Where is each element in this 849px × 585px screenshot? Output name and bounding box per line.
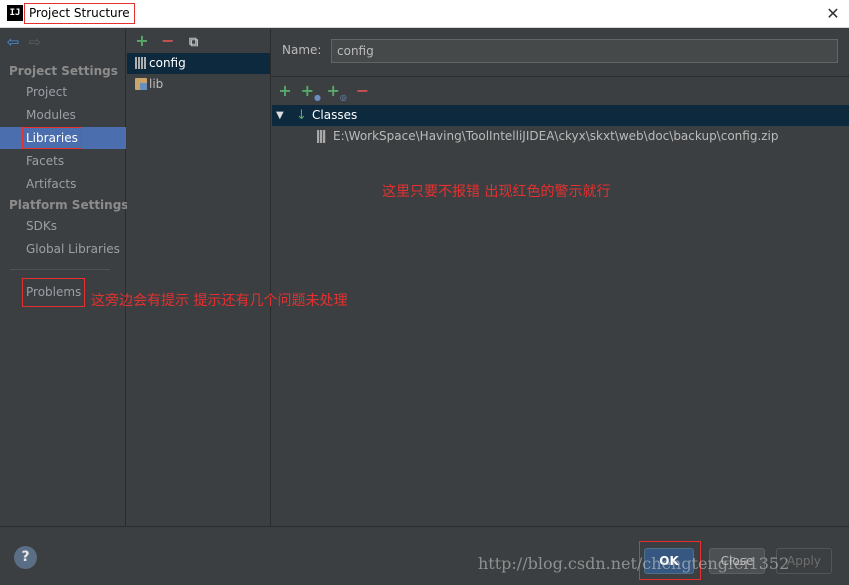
- sidebar-item-project[interactable]: Project: [0, 81, 126, 103]
- intellij-app-icon: IJ: [7, 5, 23, 21]
- sidebar-item-label: SDKs: [26, 219, 57, 233]
- sidebar-item-global-libraries[interactable]: Global Libraries: [0, 238, 126, 260]
- sidebar-item-label: Modules: [26, 108, 76, 122]
- sidebar-item-label: Libraries: [22, 127, 82, 149]
- library-item-label: lib: [149, 77, 164, 91]
- sidebar-item-modules[interactable]: Modules: [0, 104, 126, 126]
- remove-root-icon[interactable]: −: [351, 81, 373, 101]
- directory-badge-icon: ◎: [339, 93, 347, 103]
- add-library-icon[interactable]: +: [131, 31, 153, 51]
- libraries-toolbar: + − ⧉: [131, 31, 205, 51]
- library-name-input[interactable]: config: [331, 39, 838, 63]
- nav-arrows: ⇦ ⇨: [4, 33, 44, 53]
- add-root-icon[interactable]: +: [274, 81, 296, 101]
- sidebar-item-facets[interactable]: Facets: [0, 150, 126, 172]
- library-item-lib[interactable]: lib: [127, 74, 270, 95]
- sidebar-divider: [10, 269, 110, 270]
- sidebar-item-label: Facets: [26, 154, 65, 168]
- detail-divider: [272, 76, 849, 77]
- libraries-panel: + − ⧉ config lib: [127, 29, 271, 526]
- sidebar-item-problems[interactable]: Problems: [22, 278, 86, 307]
- project-settings-header: Project Settings: [9, 64, 118, 78]
- sidebar-item-libraries[interactable]: Libraries: [0, 127, 126, 149]
- sidebar-item-label: Global Libraries: [26, 242, 120, 256]
- sidebar-item-artifacts[interactable]: Artifacts: [0, 173, 126, 195]
- remove-library-icon[interactable]: −: [157, 31, 179, 51]
- copy-library-icon[interactable]: ⧉: [183, 33, 205, 53]
- library-detail-panel: Name: config + +● +◎ − ▼ ↓ Classes E:\Wo…: [272, 29, 849, 526]
- sidebar-item-sdks[interactable]: SDKs: [0, 215, 126, 237]
- name-label: Name:: [282, 43, 322, 57]
- back-arrow-icon[interactable]: ⇦: [4, 33, 22, 51]
- add-classes-icon[interactable]: +●: [300, 81, 322, 103]
- close-button[interactable]: Close: [709, 548, 765, 574]
- library-bars-icon: [135, 57, 147, 69]
- window-title: Project Structure: [24, 3, 135, 24]
- title-bar: IJ Project Structure ✕: [0, 0, 849, 28]
- jar-path-label: E:\WorkSpace\Having\ToolIntelliJIDEA\cky…: [333, 129, 779, 143]
- dialog-footer: ? OK Close Apply http://blog.csdn.net/ch…: [0, 526, 849, 585]
- help-icon[interactable]: ?: [14, 546, 37, 569]
- apply-button[interactable]: Apply: [776, 548, 832, 574]
- ok-button[interactable]: OK: [644, 548, 694, 574]
- window-close-icon[interactable]: ✕: [823, 4, 843, 24]
- add-classes-plus: +: [300, 81, 315, 100]
- jar-file-icon: [317, 130, 326, 143]
- library-item-label: config: [149, 56, 186, 70]
- platform-settings-header: Platform Settings: [9, 198, 129, 212]
- settings-sidebar: ⇦ ⇨ Project Settings Project Modules Lib…: [0, 29, 129, 526]
- classes-badge-icon: ●: [314, 93, 322, 103]
- sidebar-item-label: Artifacts: [26, 177, 77, 191]
- expand-arrow-icon[interactable]: ▼: [276, 105, 284, 126]
- detail-toolbar: + +● +◎ −: [274, 81, 373, 103]
- annotation-center-note: 这里只要不报错 出现红色的警示就行: [382, 184, 611, 200]
- classes-label: Classes: [312, 108, 358, 122]
- library-folder-icon: [135, 78, 147, 90]
- tree-node-jar-path[interactable]: E:\WorkSpace\Having\ToolIntelliJIDEA\cky…: [272, 126, 849, 147]
- tree-node-classes[interactable]: ▼ ↓ Classes: [272, 105, 849, 126]
- library-item-config[interactable]: config: [127, 53, 270, 74]
- annotation-problems-note: 这旁边会有提示 提示还有几个问题未处理: [91, 293, 348, 309]
- add-directory-icon[interactable]: +◎: [326, 81, 348, 103]
- forward-arrow-icon[interactable]: ⇨: [26, 33, 44, 51]
- classes-root-icon: ↓: [296, 108, 307, 123]
- sidebar-item-label: Project: [26, 85, 68, 99]
- add-directory-plus: +: [326, 81, 340, 100]
